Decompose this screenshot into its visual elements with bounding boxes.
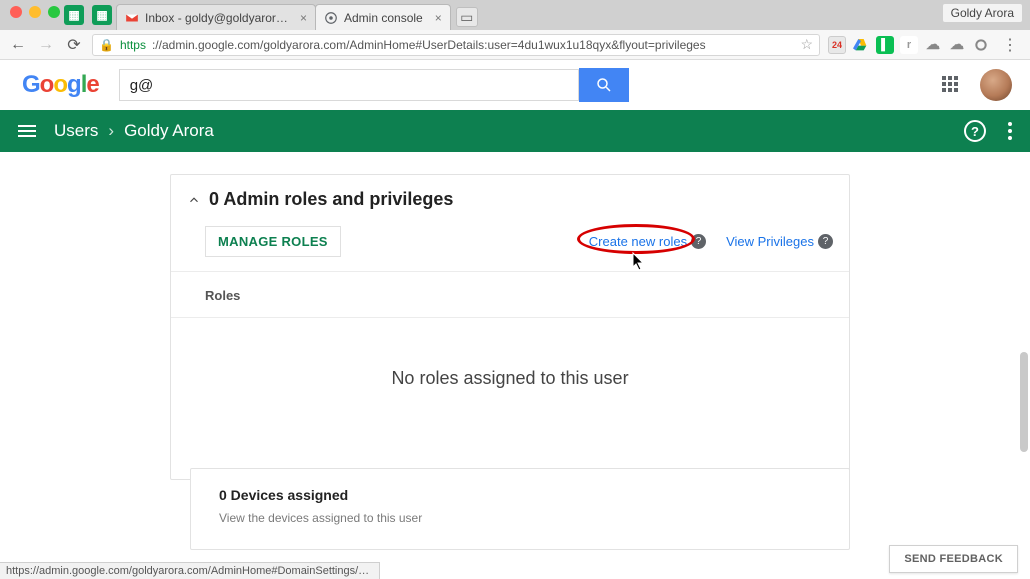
- account-avatar[interactable]: [980, 69, 1012, 101]
- admin-icon: [324, 11, 338, 25]
- admin-navbar: Users › Goldy Arora ?: [0, 110, 1030, 152]
- extension-icons: 24 ▌ r ☁ ☁: [828, 36, 990, 54]
- chrome-profile-chip[interactable]: Goldy Arora: [943, 4, 1022, 22]
- search-input[interactable]: [119, 69, 579, 101]
- admin-search: [119, 68, 629, 102]
- chevron-right-icon: ›: [108, 121, 114, 141]
- help-button[interactable]: ?: [964, 120, 986, 142]
- new-tab-button[interactable]: ▭: [456, 7, 478, 27]
- extension-icon-green[interactable]: ▌: [876, 36, 894, 54]
- tab-admin-console[interactable]: Admin console ×: [315, 4, 451, 30]
- menu-button[interactable]: [18, 125, 36, 137]
- browser-tabstrip: ▦ ▦ Inbox - goldy@goldyarora.com × Admin…: [0, 0, 1030, 30]
- pinned-extension-1[interactable]: ▦: [64, 5, 84, 25]
- google-apps-button[interactable]: [942, 76, 960, 94]
- close-icon[interactable]: ×: [300, 11, 307, 25]
- tab-title: Inbox - goldy@goldyarora.com: [145, 11, 288, 25]
- view-privileges-link[interactable]: View Privileges: [726, 234, 814, 249]
- content-area: 0 Admin roles and privileges MANAGE ROLE…: [0, 152, 1030, 579]
- gmail-icon: [125, 11, 139, 25]
- breadcrumb: Users › Goldy Arora: [54, 121, 214, 141]
- minimize-window-button[interactable]: [29, 6, 41, 18]
- forward-button[interactable]: →: [36, 35, 56, 55]
- lock-icon: 🔒: [99, 38, 114, 52]
- search-button[interactable]: [579, 68, 629, 102]
- roles-section-label: Roles: [171, 272, 849, 317]
- devices-card[interactable]: 0 Devices assigned View the devices assi…: [190, 468, 850, 550]
- more-options-button[interactable]: [1008, 122, 1012, 140]
- pinned-extension-2[interactable]: ▦: [92, 5, 112, 25]
- extension-icon-r[interactable]: r: [900, 36, 918, 54]
- bookmark-star-icon[interactable]: ☆: [800, 36, 813, 53]
- drive-extension-icon[interactable]: [852, 36, 870, 54]
- calendar-extension-icon[interactable]: 24: [828, 36, 846, 54]
- create-new-roles-link[interactable]: Create new roles: [589, 234, 687, 249]
- help-icon[interactable]: ?: [691, 234, 706, 249]
- close-window-button[interactable]: [10, 6, 22, 18]
- breadcrumb-users[interactable]: Users: [54, 121, 98, 141]
- address-bar[interactable]: 🔒 https ://admin.google.com/goldyarora.co…: [92, 34, 820, 56]
- manage-roles-button[interactable]: MANAGE ROLES: [205, 226, 341, 257]
- no-roles-message: No roles assigned to this user: [171, 318, 849, 449]
- google-logo[interactable]: G o o g l e: [22, 71, 99, 99]
- chrome-menu-button[interactable]: ⋮: [998, 35, 1022, 55]
- devices-subtitle: View the devices assigned to this user: [219, 511, 829, 525]
- search-icon: [595, 76, 613, 94]
- card-title: 0 Admin roles and privileges: [209, 189, 453, 210]
- browser-toolbar: ← → ⟳ 🔒 https ://admin.google.com/goldyar…: [0, 30, 1030, 60]
- close-icon[interactable]: ×: [435, 11, 442, 25]
- collapse-icon[interactable]: [187, 193, 201, 207]
- google-header: G o o g l e: [0, 60, 1030, 110]
- back-button[interactable]: ←: [8, 35, 28, 55]
- fullscreen-window-button[interactable]: [48, 6, 60, 18]
- window-controls: [10, 6, 60, 18]
- admin-roles-card: 0 Admin roles and privileges MANAGE ROLE…: [170, 174, 850, 480]
- devices-title: 0 Devices assigned: [219, 487, 829, 503]
- breadcrumb-current: Goldy Arora: [124, 121, 214, 141]
- tab-inbox[interactable]: Inbox - goldy@goldyarora.com ×: [116, 4, 316, 30]
- send-feedback-button[interactable]: SEND FEEDBACK: [889, 545, 1018, 573]
- extension-icon-ring[interactable]: [972, 36, 990, 54]
- help-icon[interactable]: ?: [818, 234, 833, 249]
- url-rest: ://admin.google.com/goldyarora.com/Admin…: [152, 38, 706, 52]
- status-bar: https://admin.google.com/goldyarora.com/…: [0, 562, 380, 579]
- url-scheme: https: [120, 38, 146, 52]
- extension-icon-cloud[interactable]: ☁: [924, 36, 942, 54]
- scrollbar[interactable]: [1020, 352, 1028, 452]
- extension-icon-cloud-2[interactable]: ☁: [948, 36, 966, 54]
- tab-title: Admin console: [344, 11, 423, 25]
- reload-button[interactable]: ⟳: [64, 35, 84, 55]
